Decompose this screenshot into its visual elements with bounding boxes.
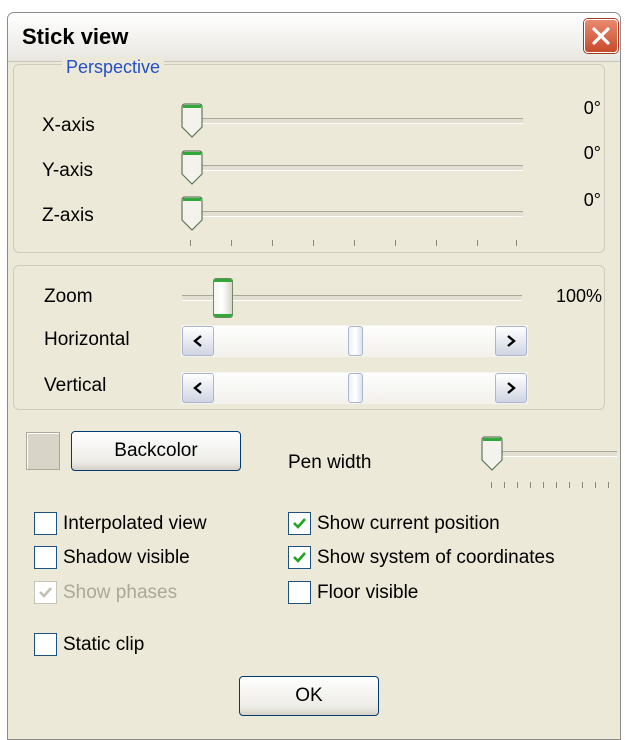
z-axis-thumb[interactable] (180, 196, 204, 232)
vertical-scrollbar[interactable] (181, 372, 528, 404)
static-clip-checkbox[interactable] (34, 633, 57, 656)
pen-width-track[interactable] (485, 451, 617, 457)
zoom-label: Zoom (44, 286, 93, 307)
scroll-left-button[interactable] (182, 326, 214, 356)
window-title: Stick view (22, 24, 129, 49)
floor-visible-checkbox[interactable] (288, 581, 311, 604)
pen-width-thumb[interactable] (480, 436, 504, 472)
horizontal-label: Horizontal (44, 329, 130, 350)
title-bar[interactable]: Stick view (8, 13, 620, 62)
show-phases-checkbox (34, 581, 57, 604)
z-axis-value: 0° (583, 190, 601, 210)
zoom-value: 100% (555, 286, 602, 306)
y-axis-label: Y-axis (42, 160, 94, 181)
horizontal-scrollbar[interactable] (181, 325, 528, 357)
checkmark-icon (293, 518, 306, 529)
checkmark-icon (293, 552, 306, 563)
perspective-legend: Perspective (62, 57, 165, 78)
shadow-visible-checkbox[interactable] (34, 546, 57, 569)
z-axis-ticks (190, 240, 520, 250)
show-coordinates-label: Show system of coordinates (317, 547, 555, 568)
pen-width-label: Pen width (288, 452, 372, 473)
chevron-left-icon (193, 335, 202, 347)
zoom-track[interactable] (182, 295, 522, 301)
y-axis-track[interactable] (185, 165, 523, 171)
close-icon (592, 27, 610, 45)
x-axis-value: 0° (583, 98, 601, 118)
static-clip-label: Static clip (63, 634, 145, 655)
show-coordinates-checkbox[interactable] (288, 546, 311, 569)
y-axis-thumb[interactable] (180, 150, 204, 186)
y-axis-value: 0° (583, 143, 601, 163)
chevron-left-icon (193, 382, 202, 394)
vertical-scroll-thumb[interactable] (348, 373, 363, 403)
z-axis-track[interactable] (185, 211, 523, 217)
show-phases-label: Show phases (63, 582, 178, 603)
chevron-right-icon (507, 382, 516, 394)
scroll-decrease-button[interactable] (182, 373, 214, 403)
floor-visible-label: Floor visible (317, 582, 419, 603)
interpolated-view-label: Interpolated view (63, 513, 207, 534)
scroll-right-button[interactable] (495, 326, 527, 356)
shadow-visible-label: Shadow visible (63, 547, 190, 568)
x-axis-track[interactable] (185, 118, 523, 124)
zoom-thumb[interactable] (213, 278, 233, 318)
chevron-right-icon (507, 335, 516, 347)
x-axis-thumb[interactable] (180, 103, 204, 139)
backcolor-swatch (26, 432, 60, 470)
x-axis-label: X-axis (42, 115, 95, 136)
ok-button[interactable]: OK (239, 676, 379, 716)
checkmark-icon (39, 587, 52, 598)
show-current-position-checkbox[interactable] (288, 512, 311, 535)
backcolor-button[interactable]: Backcolor (71, 431, 241, 471)
scroll-increase-button[interactable] (495, 373, 527, 403)
perspective-group (13, 64, 605, 253)
close-button[interactable] (584, 19, 618, 53)
horizontal-scroll-thumb[interactable] (348, 326, 363, 356)
vertical-label: Vertical (44, 375, 107, 396)
show-current-position-label: Show current position (317, 513, 500, 534)
z-axis-label: Z-axis (42, 205, 94, 226)
interpolated-view-checkbox[interactable] (34, 512, 57, 535)
pen-width-ticks (491, 482, 609, 492)
